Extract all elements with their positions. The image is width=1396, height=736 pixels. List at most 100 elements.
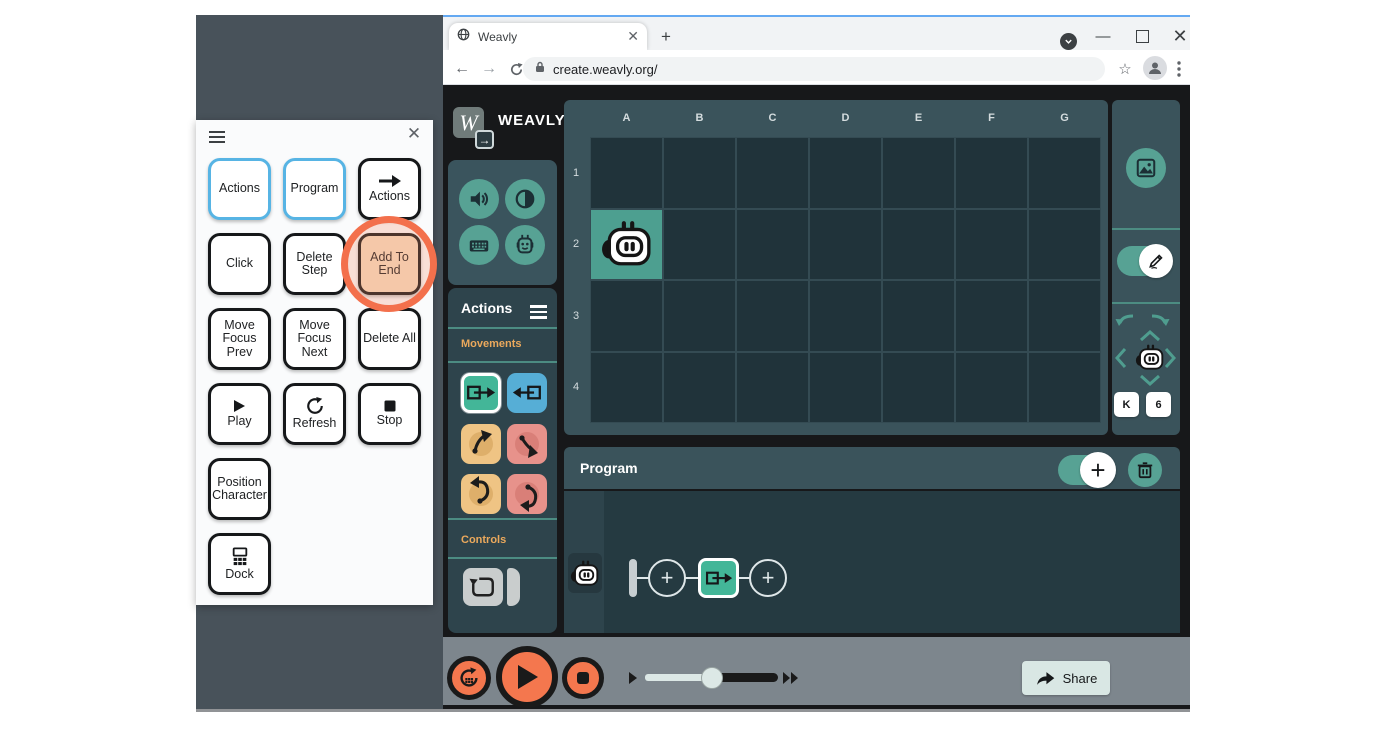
- move-down-chevron[interactable]: [1138, 373, 1162, 386]
- character-robot-icon: [601, 220, 653, 268]
- overlay-menu-icon[interactable]: [209, 128, 225, 146]
- add-step-node-2[interactable]: +: [749, 559, 787, 597]
- cell-F3[interactable]: [955, 280, 1028, 352]
- add-step-node-1[interactable]: +: [648, 559, 686, 597]
- cell-A2[interactable]: [590, 209, 663, 281]
- theme-contrast-button[interactable]: [505, 179, 545, 219]
- pen-toggle-knob[interactable]: [1139, 244, 1173, 278]
- browser-update-icon[interactable]: [1060, 33, 1077, 50]
- tab-close-icon[interactable]: ✕: [627, 28, 639, 45]
- share-button[interactable]: Share: [1022, 661, 1110, 695]
- actions-panel-menu-icon[interactable]: [530, 302, 547, 322]
- back-button[interactable]: ←: [450, 57, 474, 81]
- window-minimize-button[interactable]: —: [1093, 26, 1113, 46]
- cell-C3[interactable]: [736, 280, 809, 352]
- bookmark-star-icon[interactable]: ☆: [1113, 57, 1137, 81]
- forward-button[interactable]: →: [477, 57, 501, 81]
- overlay-add-to-end-button[interactable]: Add To End: [358, 233, 421, 295]
- cell-C1[interactable]: [736, 137, 809, 209]
- undo-icon[interactable]: [1113, 310, 1137, 328]
- cell-F4[interactable]: [955, 352, 1028, 424]
- turn-right-45-block[interactable]: [507, 424, 547, 464]
- window-close-button[interactable]: ✕: [1170, 26, 1190, 46]
- move-right-chevron[interactable]: [1163, 346, 1176, 370]
- overlay-stop-button[interactable]: Stop: [358, 383, 421, 445]
- character-row-button[interactable]: 6: [1146, 392, 1171, 417]
- overlay-delete-all-button[interactable]: Delete All: [358, 308, 421, 370]
- overlay-program-button[interactable]: Program: [283, 158, 346, 220]
- cell-B3[interactable]: [663, 280, 736, 352]
- cell-C4[interactable]: [736, 352, 809, 424]
- overlay-delete-step-button[interactable]: Delete Step: [283, 233, 346, 295]
- overlay-close-icon[interactable]: ✕: [404, 124, 424, 144]
- overlay-play-button[interactable]: Play: [208, 383, 271, 445]
- window-maximize-button[interactable]: [1136, 30, 1149, 43]
- move-left-chevron[interactable]: [1114, 346, 1127, 370]
- cell-D3[interactable]: [809, 280, 882, 352]
- scene-background-button[interactable]: [1126, 148, 1166, 188]
- forward-block[interactable]: [461, 373, 501, 413]
- backward-block[interactable]: [507, 373, 547, 413]
- cell-F1[interactable]: [955, 137, 1028, 209]
- cell-E2[interactable]: [882, 209, 955, 281]
- cell-D4[interactable]: [809, 352, 882, 424]
- audio-feedback-button[interactable]: [459, 179, 499, 219]
- cell-G4[interactable]: [1028, 352, 1101, 424]
- move-up-chevron[interactable]: [1138, 329, 1162, 342]
- row-headers: 1234: [566, 137, 586, 423]
- cell-A4[interactable]: [590, 352, 663, 424]
- overlay-refresh-button[interactable]: Refresh: [283, 383, 346, 445]
- turn-right-90-block[interactable]: [507, 474, 547, 514]
- cell-B2[interactable]: [663, 209, 736, 281]
- profile-avatar[interactable]: [1143, 56, 1167, 80]
- row-header-4: 4: [566, 352, 586, 424]
- overlay-actions-button[interactable]: Actions: [208, 158, 271, 220]
- cell-D2[interactable]: [809, 209, 882, 281]
- speed-slider-thumb[interactable]: [701, 667, 723, 689]
- browser-menu-icon[interactable]: [1170, 57, 1188, 81]
- scene-panel-divider: [1112, 228, 1180, 230]
- cell-D1[interactable]: [809, 137, 882, 209]
- add-node-toggle-knob[interactable]: +: [1080, 452, 1116, 488]
- cell-G1[interactable]: [1028, 137, 1101, 209]
- cell-E4[interactable]: [882, 352, 955, 424]
- cell-B4[interactable]: [663, 352, 736, 424]
- program-step-forward[interactable]: [698, 558, 739, 598]
- turn-left-45-block[interactable]: [461, 424, 501, 464]
- loop-block[interactable]: [463, 568, 503, 606]
- overlay-move-focus-prev-button[interactable]: Move Focus Prev: [208, 308, 271, 370]
- character-select-button[interactable]: [505, 225, 545, 265]
- refresh-scene-button[interactable]: [447, 656, 491, 700]
- overlay-goto-actions-button[interactable]: Actions: [358, 158, 421, 220]
- overlay-position-character-button[interactable]: Position Character: [208, 458, 271, 520]
- cell-A1[interactable]: [590, 137, 663, 209]
- play-icon: [233, 399, 246, 413]
- turn-left-90-block[interactable]: [461, 474, 501, 514]
- loop-block-bracket[interactable]: [507, 568, 520, 606]
- cell-A3[interactable]: [590, 280, 663, 352]
- delete-all-button[interactable]: [1128, 453, 1162, 487]
- actions-divider-3: [448, 518, 557, 520]
- overlay-dock-button[interactable]: Dock: [208, 533, 271, 595]
- redo-icon[interactable]: [1148, 310, 1172, 328]
- program-character-button[interactable]: [568, 553, 602, 593]
- stop-button[interactable]: [562, 657, 604, 699]
- program-start-handle[interactable]: [629, 559, 637, 597]
- cell-C2[interactable]: [736, 209, 809, 281]
- cell-G2[interactable]: [1028, 209, 1101, 281]
- keyboard-shortcuts-button[interactable]: [459, 225, 499, 265]
- cell-F2[interactable]: [955, 209, 1028, 281]
- cell-E1[interactable]: [882, 137, 955, 209]
- url-bar[interactable]: create.weavly.org/: [523, 57, 1105, 81]
- new-tab-button[interactable]: +: [655, 26, 677, 48]
- cell-E3[interactable]: [882, 280, 955, 352]
- overlay-button-label: Actions: [219, 182, 260, 196]
- overlay-button-label: Actions: [369, 190, 410, 204]
- overlay-move-focus-next-button[interactable]: Move Focus Next: [283, 308, 346, 370]
- play-button[interactable]: [496, 646, 558, 708]
- overlay-click-button[interactable]: Click: [208, 233, 271, 295]
- cell-B1[interactable]: [663, 137, 736, 209]
- cell-G3[interactable]: [1028, 280, 1101, 352]
- browser-tab[interactable]: Weavly ✕: [449, 23, 647, 50]
- character-column-button[interactable]: K: [1114, 392, 1139, 417]
